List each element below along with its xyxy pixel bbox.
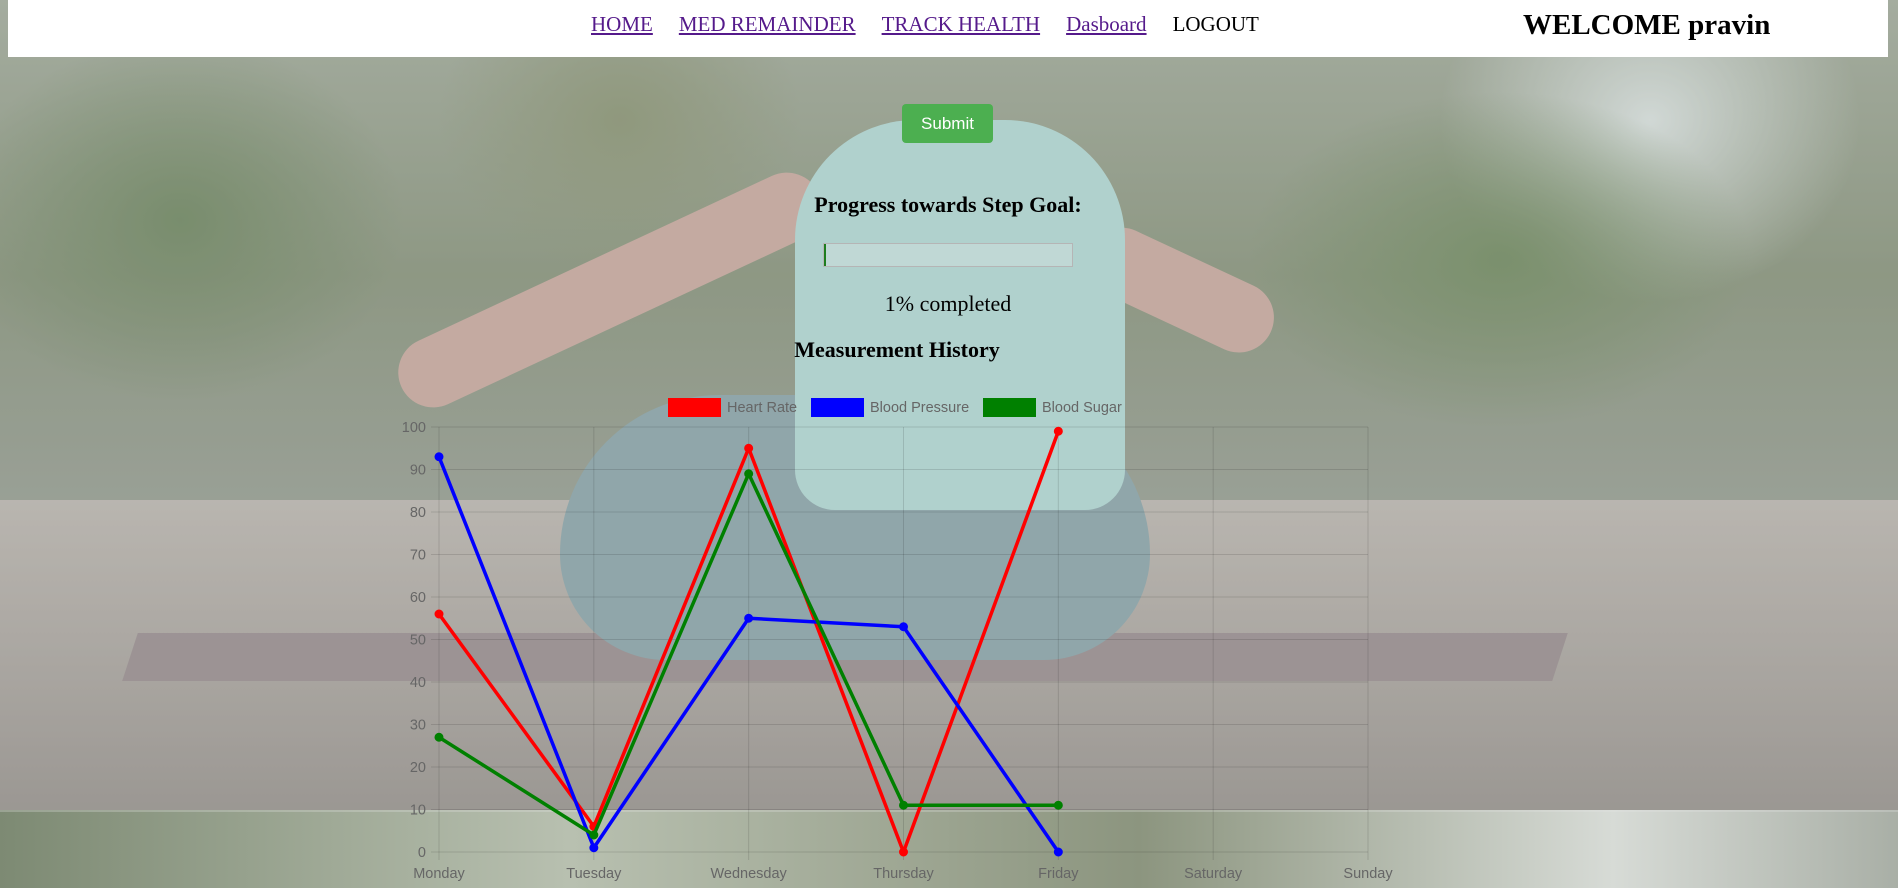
data-point (744, 613, 754, 623)
legend-label: Heart Rate (727, 400, 797, 416)
data-point (744, 469, 754, 479)
data-point (589, 843, 599, 853)
y-tick-label: 80 (410, 505, 426, 521)
y-tick-label: 90 (410, 463, 426, 479)
legend-label: Blood Sugar (1042, 400, 1122, 416)
x-tick-label: Wednesday (711, 866, 788, 882)
x-tick-label: Saturday (1184, 866, 1243, 882)
x-tick-label: Tuesday (566, 866, 622, 882)
y-tick-label: 20 (410, 760, 426, 776)
y-tick-label: 0 (418, 845, 426, 861)
y-tick-label: 10 (410, 803, 426, 819)
legend-swatch (668, 398, 721, 417)
data-point (434, 732, 444, 742)
data-point (434, 609, 444, 619)
y-tick-label: 60 (410, 590, 426, 606)
x-tick-label: Sunday (1343, 866, 1393, 882)
y-tick-label: 50 (410, 633, 426, 649)
measurement-history-chart: 0 10 20 30 40 50 60 70 80 90 100 Monday Tuesday Wedne… (402, 398, 1393, 882)
data-point (589, 830, 599, 840)
legend-label: Blood Pressure (870, 400, 969, 416)
data-point (899, 847, 908, 857)
x-tick-label: Friday (1038, 866, 1079, 882)
data-point (744, 443, 754, 453)
data-point (1053, 847, 1063, 857)
data-point (1053, 426, 1063, 436)
data-point (899, 800, 908, 810)
data-point (899, 622, 908, 632)
y-tick-label: 30 (410, 718, 426, 734)
x-tick-label: Thursday (873, 866, 934, 882)
legend-swatch (983, 398, 1036, 417)
data-point (434, 452, 444, 462)
x-tick-label: Monday (413, 866, 465, 882)
legend-swatch (811, 398, 864, 417)
data-point (1053, 800, 1063, 810)
y-tick-label: 40 (410, 675, 426, 691)
y-tick-label: 70 (410, 548, 426, 564)
y-tick-label: 100 (402, 420, 426, 436)
